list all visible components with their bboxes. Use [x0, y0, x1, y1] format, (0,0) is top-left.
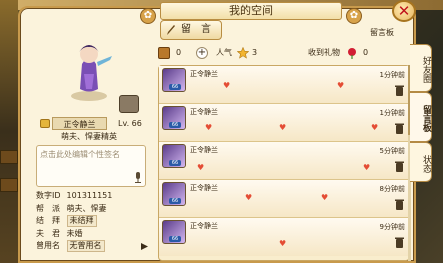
microphone-icon[interactable] [134, 172, 142, 183]
message-time: 9分钟前 [379, 223, 405, 231]
avatar[interactable]: 66 [162, 144, 186, 168]
leave-message-button[interactable]: 留 言 [160, 20, 222, 40]
info-value: 101311151 [66, 191, 113, 200]
message-author: 正令静兰 [190, 146, 218, 154]
player-name: 正令静兰 [52, 117, 107, 130]
trash-icon[interactable] [395, 161, 404, 172]
info-key: 帮 派 [36, 203, 60, 213]
message-time: 5分钟前 [379, 147, 405, 155]
pen-icon [167, 25, 175, 35]
gold-badge-icon [40, 119, 50, 128]
background-chip [0, 150, 18, 164]
avatar-area [24, 16, 154, 118]
message-time: 8分钟前 [379, 185, 405, 193]
heart-icon: ♥ [279, 123, 287, 132]
info-key: 数字ID [36, 191, 61, 200]
board-label: 留言板 [370, 28, 394, 37]
info-value: 无曾用名 [66, 240, 105, 252]
message-item[interactable]: 66 正令静兰 8分钟前 ♥ ♥ [159, 180, 409, 218]
background-chip [0, 178, 18, 192]
emote-button[interactable] [119, 95, 139, 113]
info-row-former-name[interactable]: 曾用名 无曾用名 [36, 240, 152, 253]
message-item[interactable]: 66 正令静兰 1分钟前 ♥ ♥ ♥ [159, 104, 409, 142]
tab-status[interactable]: 状态 [410, 142, 432, 182]
plus-icon[interactable]: + [196, 47, 208, 59]
avatar[interactable]: 66 [162, 106, 186, 130]
info-key: 曾用名 [36, 241, 60, 250]
star-icon [237, 47, 249, 59]
heart-icon: ♥ [223, 81, 231, 90]
message-author: 正令静兰 [190, 184, 218, 192]
character-portrait[interactable] [64, 34, 114, 104]
player-level: Lv. 66 [118, 119, 142, 128]
message-author: 正令静兰 [190, 222, 218, 230]
gifts-label: 收到礼物 [308, 48, 340, 57]
player-title: 萌夫、悍妻精英 [61, 132, 117, 141]
message-list: 66 正令静兰 1分钟前 ♥ ♥ 66 正令静兰 1分钟前 ♥ ♥ ♥ 66 正… [158, 65, 410, 261]
info-key: 夫 君 [36, 228, 60, 238]
info-key: 结 拜 [36, 216, 60, 225]
info-row-id: 数字ID 101311151 [36, 190, 152, 203]
heart-icon: ♥ [337, 81, 345, 90]
heart-icon: ♥ [371, 123, 379, 132]
heart-icon: ♥ [363, 163, 371, 172]
rose-icon [348, 48, 356, 59]
leave-message-label: 留 言 [181, 24, 211, 35]
info-row-spouse[interactable]: 夫 君 未婚 [36, 228, 152, 241]
avatar[interactable]: 66 [162, 220, 186, 244]
message-item[interactable]: 66 正令静兰 1分钟前 ♥ ♥ [159, 66, 409, 104]
info-row-sworn[interactable]: 结 拜 未结拜 [36, 215, 152, 228]
info-row-guild: 帮 派 萌夫、悍妻 [36, 203, 152, 216]
signature-input[interactable]: 点击此处编辑个性签名 [36, 145, 146, 187]
message-time: 1分钟前 [379, 109, 405, 117]
message-item[interactable]: 66 正令静兰 9分钟前 ♥ [159, 218, 409, 256]
treasure-chest-icon [158, 47, 170, 59]
info-value: 萌夫、悍妻 [66, 203, 107, 213]
stats-row: 0 + 人气 3 收到礼物 0 [156, 44, 410, 62]
avatar[interactable]: 66 [162, 182, 186, 206]
popularity-label: 人气 [216, 48, 232, 57]
tab-message-board[interactable]: 留言板 [410, 92, 432, 142]
message-time: 1分钟前 [379, 71, 405, 79]
message-author: 正令静兰 [190, 70, 218, 78]
trash-icon[interactable] [395, 123, 404, 134]
heart-icon: ♥ [279, 239, 287, 248]
heart-icon: ♥ [321, 193, 329, 202]
heart-icon: ♥ [245, 193, 253, 202]
trash-icon[interactable] [395, 237, 404, 248]
heart-icon: ♥ [197, 163, 205, 172]
signature-placeholder: 点击此处编辑个性签名 [40, 150, 120, 159]
heart-icon: ♥ [205, 123, 213, 132]
profile-panel: 正令静兰 Lv. 66 萌夫、悍妻精英 点击此处编辑个性签名 数字ID 1013… [24, 16, 154, 261]
message-item[interactable]: 66 正令静兰 5分钟前 ♥ ♥ [159, 142, 409, 180]
name-row: 正令静兰 Lv. 66 [26, 117, 152, 130]
message-board-panel: 留 言 留言板 0 + 人气 3 收到礼物 0 66 正令静兰 1分钟前 ♥ ♥… [156, 17, 411, 261]
gifts-value: 0 [363, 48, 369, 57]
popularity-value: 3 [252, 48, 258, 57]
trash-icon[interactable] [395, 85, 404, 96]
trash-icon[interactable] [395, 199, 404, 210]
treasure-count: 0 [176, 48, 182, 57]
avatar[interactable]: 66 [162, 68, 186, 92]
tab-friends[interactable]: 好友圈 [410, 44, 432, 92]
message-author: 正令静兰 [190, 108, 218, 116]
info-value: 未结拜 [66, 215, 97, 227]
chevron-right-icon[interactable] [141, 243, 148, 250]
background-left [0, 0, 18, 263]
info-list: 数字ID 101311151 帮 派 萌夫、悍妻 结 拜 未结拜 夫 君 未婚 … [36, 190, 152, 253]
info-value: 未婚 [66, 228, 83, 238]
